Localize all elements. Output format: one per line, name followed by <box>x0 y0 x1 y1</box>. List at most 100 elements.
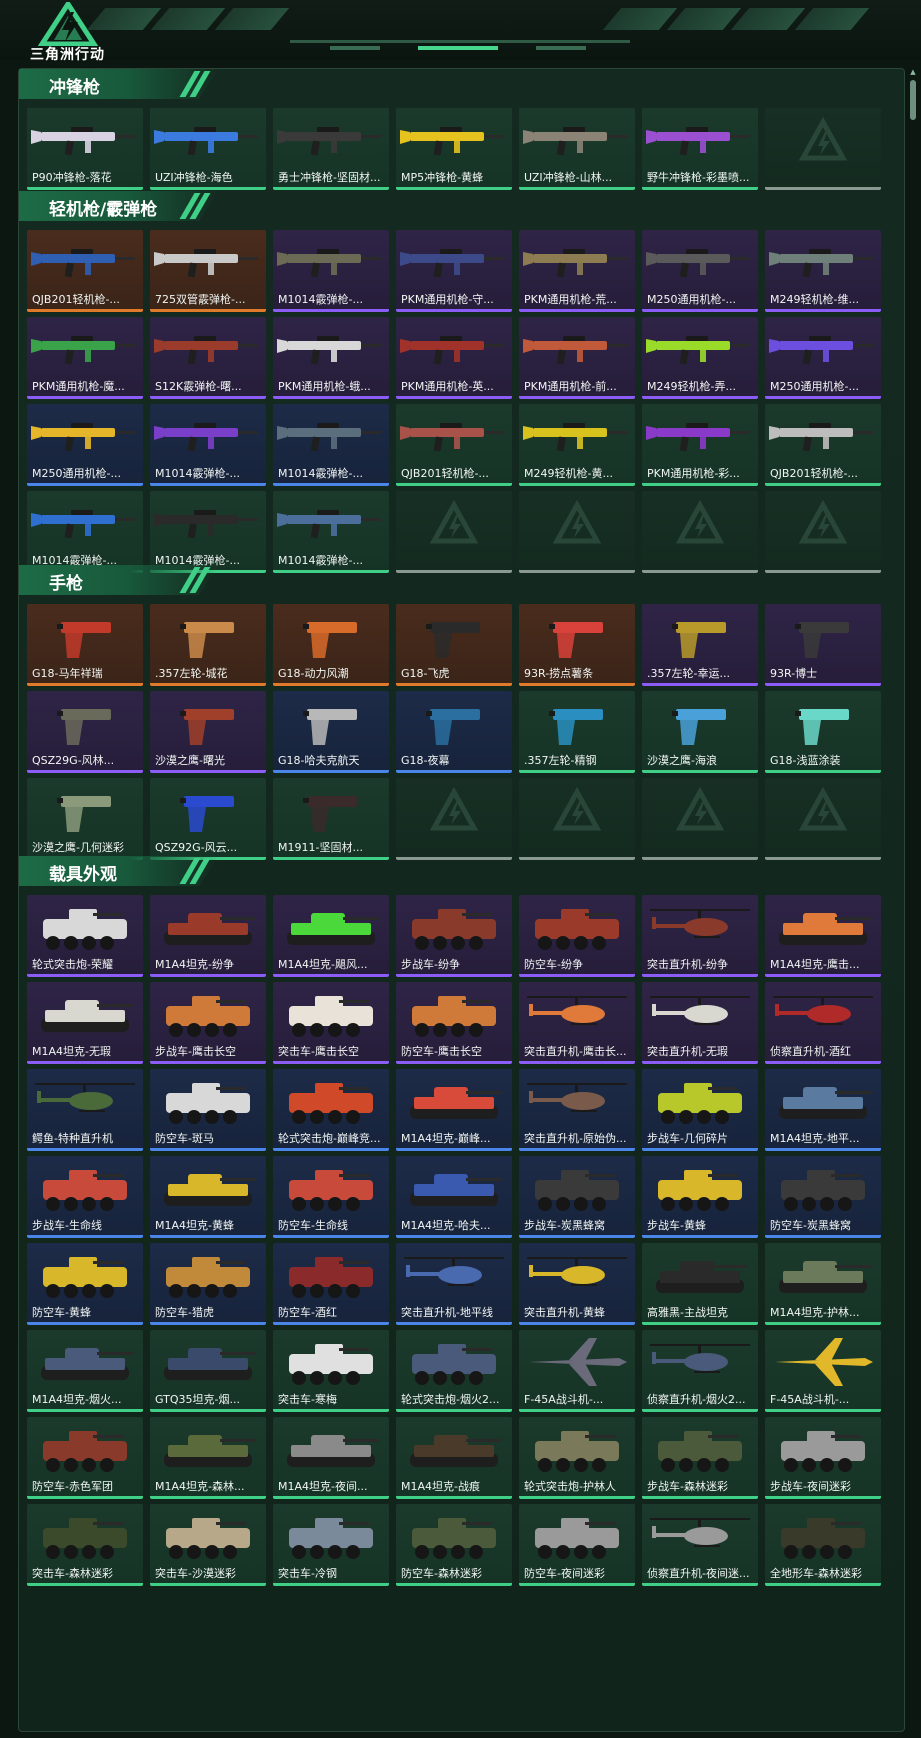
skin-card[interactable]: 沙漠之鹰-海浪 <box>642 691 758 773</box>
skin-card[interactable]: G18-动力风潮 <box>273 604 389 686</box>
skin-card[interactable]: .357左轮-精钢 <box>519 691 635 773</box>
skin-card[interactable]: GTQ35坦克-烟... <box>150 1330 266 1412</box>
skin-card[interactable]: P90冲锋枪-落花 <box>27 108 143 190</box>
skin-card[interactable]: 防空车-森林迷彩 <box>396 1504 512 1586</box>
skin-card[interactable]: QJB201轻机枪-... <box>396 404 512 486</box>
skin-card[interactable]: QJB201轻机枪-... <box>27 230 143 312</box>
skin-card[interactable]: 轮式突击炮-巅峰竞... <box>273 1069 389 1151</box>
skin-card[interactable]: QSZ29G-风林... <box>27 691 143 773</box>
skin-card[interactable]: M250通用机枪-... <box>765 317 881 399</box>
skin-card[interactable]: 勇士冲锋枪-坚固材... <box>273 108 389 190</box>
skin-card[interactable]: G18-飞虎 <box>396 604 512 686</box>
skin-card[interactable]: PKM通用机枪-魔... <box>27 317 143 399</box>
skin-card[interactable]: M1014霰弹枪-... <box>27 491 143 573</box>
skin-card[interactable]: 野牛冲锋枪-彩墨喷... <box>642 108 758 190</box>
skin-card[interactable]: M1A4坦克-无瑕 <box>27 982 143 1064</box>
skin-card[interactable]: 侦察直升机-酒红 <box>765 982 881 1064</box>
skin-card[interactable]: 突击直升机-无瑕 <box>642 982 758 1064</box>
header-tab[interactable] <box>536 46 586 50</box>
skin-card[interactable]: 步战车-鹰击长空 <box>150 982 266 1064</box>
skin-card[interactable]: PKM通用机枪-前... <box>519 317 635 399</box>
skin-card[interactable]: 全地形车-森林迷彩 <box>765 1504 881 1586</box>
skin-card[interactable]: G18-哈夫克航天 <box>273 691 389 773</box>
skin-card[interactable]: G18-夜幕 <box>396 691 512 773</box>
skin-card[interactable]: 防空车-纷争 <box>519 895 635 977</box>
skin-card[interactable]: .357左轮-城花 <box>150 604 266 686</box>
skin-card[interactable]: M249轻机枪-黄... <box>519 404 635 486</box>
skin-card[interactable]: F-45A战斗机-... <box>765 1330 881 1412</box>
skin-card[interactable]: 93R-捞点薯条 <box>519 604 635 686</box>
skin-card[interactable]: M1A4坦克-鹰击... <box>765 895 881 977</box>
skin-card[interactable]: 防空车-黄蜂 <box>27 1243 143 1325</box>
skin-card[interactable]: M1014霰弹枪-... <box>273 491 389 573</box>
skin-card[interactable]: 突击车-森林迷彩 <box>27 1504 143 1586</box>
skin-card[interactable]: 防空车-鹰击长空 <box>396 982 512 1064</box>
skin-card[interactable]: 步战车-几何碎片 <box>642 1069 758 1151</box>
skin-card[interactable]: G18-马年祥瑞 <box>27 604 143 686</box>
skin-card[interactable]: M1A4坦克-夜间... <box>273 1417 389 1499</box>
skin-card[interactable]: PKM通用机枪-荒... <box>519 230 635 312</box>
skin-card[interactable]: M1014霰弹枪-... <box>273 230 389 312</box>
scroll-up-icon[interactable]: ▲ <box>909 68 917 76</box>
skin-card[interactable]: PKM通用机枪-蛾... <box>273 317 389 399</box>
skin-card[interactable]: 突击直升机-纷争 <box>642 895 758 977</box>
skin-card[interactable]: 突击直升机-原始伪... <box>519 1069 635 1151</box>
skin-card[interactable]: MP5冲锋枪-黄蜂 <box>396 108 512 190</box>
skin-card[interactable]: 轮式突击炮-护林人 <box>519 1417 635 1499</box>
skin-card[interactable]: 鳄鱼-特种直升机 <box>27 1069 143 1151</box>
skin-card[interactable]: QSZ92G-风云... <box>150 778 266 860</box>
skin-card[interactable]: 防空车-炭黑蜂窝 <box>765 1156 881 1238</box>
skin-card[interactable]: M1A4坦克-烟火... <box>27 1330 143 1412</box>
skin-card[interactable]: PKM通用机枪-守... <box>396 230 512 312</box>
skin-card[interactable]: 步战车-黄蜂 <box>642 1156 758 1238</box>
skin-card[interactable]: 突击直升机-黄蜂 <box>519 1243 635 1325</box>
skin-card[interactable]: 防空车-酒红 <box>273 1243 389 1325</box>
header-tab-active[interactable] <box>418 46 498 50</box>
skin-card[interactable]: UZI冲锋枪-海色 <box>150 108 266 190</box>
skin-card[interactable]: M1A4坦克-黄蜂 <box>150 1156 266 1238</box>
skin-card[interactable]: PKM通用机枪-英... <box>396 317 512 399</box>
scrollbar-thumb[interactable] <box>909 80 917 120</box>
skin-card[interactable]: 沙漠之鹰-曙光 <box>150 691 266 773</box>
skin-card[interactable]: 步战车-炭黑蜂窝 <box>519 1156 635 1238</box>
skin-card[interactable]: 725双管霰弹枪-... <box>150 230 266 312</box>
skin-card[interactable]: M1A4坦克-森林... <box>150 1417 266 1499</box>
skin-card[interactable]: 侦察直升机-夜间迷... <box>642 1504 758 1586</box>
skin-card[interactable]: M1014霰弹枪-... <box>150 491 266 573</box>
skin-card[interactable]: 突击直升机-地平线 <box>396 1243 512 1325</box>
skin-card[interactable]: 高雅黑-主战坦克 <box>642 1243 758 1325</box>
skin-card[interactable]: 突击车-寒梅 <box>273 1330 389 1412</box>
skin-card[interactable]: 步战车-纷争 <box>396 895 512 977</box>
skin-card[interactable]: M1A4坦克-地平... <box>765 1069 881 1151</box>
skin-card[interactable]: M1A4坦克-巅峰... <box>396 1069 512 1151</box>
skin-card[interactable]: PKM通用机枪-彩... <box>642 404 758 486</box>
skin-card[interactable]: M1A4坦克-飓风... <box>273 895 389 977</box>
skin-card[interactable]: 步战车-夜间迷彩 <box>765 1417 881 1499</box>
skin-card[interactable]: 轮式突击炮-烟火2... <box>396 1330 512 1412</box>
skin-card[interactable]: 突击车-沙漠迷彩 <box>150 1504 266 1586</box>
skin-card[interactable]: 突击车-鹰击长空 <box>273 982 389 1064</box>
skin-card[interactable]: 防空车-猎虎 <box>150 1243 266 1325</box>
skin-card[interactable]: S12K霰弹枪-曙... <box>150 317 266 399</box>
skin-card[interactable]: M1911-坚固材... <box>273 778 389 860</box>
skin-card[interactable]: 防空车-赤色军团 <box>27 1417 143 1499</box>
skin-card[interactable]: M1A4坦克-纷争 <box>150 895 266 977</box>
skin-card[interactable]: M1014霰弹枪-... <box>273 404 389 486</box>
skin-card[interactable]: QJB201轻机枪-... <box>765 404 881 486</box>
skin-card[interactable]: G18-浅蓝涂装 <box>765 691 881 773</box>
skin-card[interactable]: F-45A战斗机-... <box>519 1330 635 1412</box>
skin-card[interactable]: 步战车-生命线 <box>27 1156 143 1238</box>
skin-card[interactable]: 防空车-生命线 <box>273 1156 389 1238</box>
skin-card[interactable]: M249轻机枪-维... <box>765 230 881 312</box>
skin-card[interactable]: 侦察直升机-烟火2... <box>642 1330 758 1412</box>
skin-card[interactable]: M1A4坦克-战痕 <box>396 1417 512 1499</box>
skin-card[interactable]: 93R-博士 <box>765 604 881 686</box>
skin-card[interactable]: 突击直升机-鹰击长... <box>519 982 635 1064</box>
skin-card[interactable]: M250通用机枪-... <box>642 230 758 312</box>
skin-card[interactable]: M249轻机枪-弄... <box>642 317 758 399</box>
skin-card[interactable]: M1014霰弹枪-... <box>150 404 266 486</box>
header-tab[interactable] <box>330 46 380 50</box>
skin-card[interactable]: 沙漠之鹰-几何迷彩 <box>27 778 143 860</box>
skin-card[interactable]: M1A4坦克-护林... <box>765 1243 881 1325</box>
skin-card[interactable]: 防空车-夜间迷彩 <box>519 1504 635 1586</box>
